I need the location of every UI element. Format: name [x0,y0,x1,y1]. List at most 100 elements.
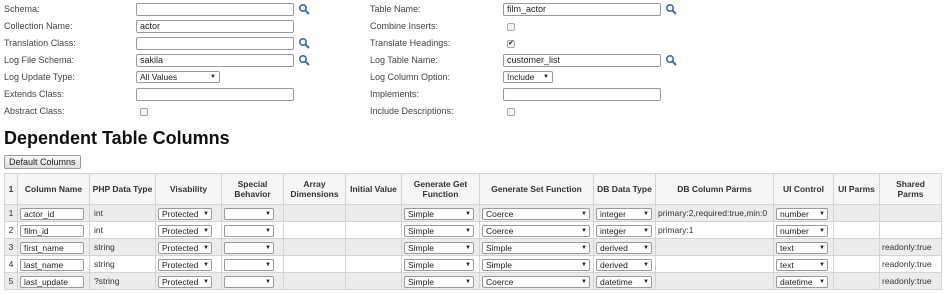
visability-select[interactable]: Protected ▼ [158,224,212,237]
db-type-select[interactable]: integer ▼ [596,207,652,220]
shared-parms-cell[interactable] [879,204,942,222]
caret-down-icon: ▼ [265,244,271,251]
initial-value-cell[interactable] [345,221,402,239]
initial-value-cell[interactable] [345,204,402,222]
shared-parms-cell[interactable]: readonly:true [879,272,942,290]
ui-control-select[interactable]: datetime ▼ [776,275,828,288]
log-table-name-label: Log Table Name: [370,55,438,65]
db-parms-cell[interactable]: primary:1 [655,221,774,239]
column-name-input[interactable]: last_name [20,258,84,271]
array-dimensions-cell[interactable] [283,221,346,239]
combine-inserts-checkbox[interactable] [507,23,515,31]
translation-class-lookup-icon[interactable] [298,37,310,49]
db-parms-cell[interactable] [655,272,774,290]
log-column-option-label: Log Column Option: [370,72,451,82]
initial-value-cell[interactable] [345,238,402,256]
generate-get-select[interactable]: Simple ▼ [404,258,474,271]
ui-parms-cell[interactable] [833,221,880,239]
generate-set-select[interactable]: Simple ▼ [482,258,590,271]
db-type-select[interactable]: integer ▼ [596,224,652,237]
generate-set-select-value: Simple [486,259,512,270]
ui-parms-cell[interactable] [833,255,880,273]
log-file-schema-input[interactable]: sakila [136,54,294,67]
ui-parms-cell[interactable] [833,204,880,222]
ui-control-cell: number ▼ [773,221,834,239]
column-name-input[interactable]: film_id [20,224,84,237]
php-type-cell: string [89,255,156,273]
schema-input[interactable] [136,3,294,16]
abstract-class-checkbox[interactable] [140,108,148,116]
caret-down-icon: ▼ [203,227,209,234]
special-behavior-select[interactable]: ▼ [224,224,274,237]
caret-down-icon: ▼ [265,278,271,285]
generate-get-select[interactable]: Simple ▼ [404,224,474,237]
generate-set-select[interactable]: Coerce ▼ [482,275,590,288]
table-row: 1 actor_id int Protected ▼ ▼ Simple ▼ Coerce ▼ int… [4,204,942,222]
translation-class-input[interactable] [136,37,294,50]
visability-select[interactable]: Protected ▼ [158,275,212,288]
schema-lookup-icon[interactable] [298,3,310,15]
special-behavior-select[interactable]: ▼ [224,241,274,254]
table-row: 2 film_id int Protected ▼ ▼ Simple ▼ Coerce ▼ inte… [4,221,942,239]
ui-parms-cell[interactable] [833,238,880,256]
extends-class-input[interactable] [136,88,294,101]
special-behavior-select[interactable]: ▼ [224,258,274,271]
column-name-input[interactable]: last_update [20,275,84,288]
generate-set-cell: Simple ▼ [479,238,594,256]
log-table-name-input[interactable]: customer_list [503,54,661,67]
visability-select-value: Protected [162,208,199,219]
generate-get-select[interactable]: Simple ▼ [404,275,474,288]
shared-parms-cell[interactable]: readonly:true [879,238,942,256]
default-columns-button[interactable]: Default Columns [4,155,81,169]
initial-value-cell[interactable] [345,255,402,273]
visability-select[interactable]: Protected ▼ [158,207,212,220]
ui-parms-cell[interactable] [833,272,880,290]
generate-set-select-value: Simple [486,242,512,253]
translate-headings-checkbox[interactable]: ✔ [507,40,515,48]
log-column-option-select[interactable]: Include ▼ [503,71,553,83]
shared-parms-cell[interactable]: readonly:true [879,255,942,273]
generate-set-cell: Coerce ▼ [479,221,594,239]
ui-control-select[interactable]: number ▼ [776,224,828,237]
log-table-name-lookup-icon[interactable] [665,54,677,66]
implements-input[interactable] [503,88,661,101]
visability-cell: Protected ▼ [155,238,222,256]
array-dimensions-cell[interactable] [283,238,346,256]
db-type-select[interactable]: derived ▼ [596,258,652,271]
special-behavior-select[interactable]: ▼ [224,207,274,220]
db-type-select[interactable]: datetime ▼ [596,275,652,288]
collection-name-input[interactable]: actor [136,20,294,33]
ui-control-select-value: datetime [780,276,813,287]
shared-parms-cell[interactable] [879,221,942,239]
generate-set-select[interactable]: Coerce ▼ [482,224,590,237]
array-dimensions-cell[interactable] [283,272,346,290]
log-file-schema-lookup-icon[interactable] [298,54,310,66]
column-name-input[interactable]: actor_id [20,207,84,220]
ui-control-select[interactable]: number ▼ [776,207,828,220]
column-name-input[interactable]: first_name [20,241,84,254]
visability-select[interactable]: Protected ▼ [158,241,212,254]
db-parms-cell[interactable] [655,255,774,273]
array-dimensions-cell[interactable] [283,204,346,222]
special-behavior-select[interactable]: ▼ [224,275,274,288]
log-update-type-select[interactable]: All Values ▼ [136,71,220,83]
ui-control-select[interactable]: text ▼ [776,241,828,254]
generate-get-select[interactable]: Simple ▼ [404,207,474,220]
generate-set-select[interactable]: Coerce ▼ [482,207,590,220]
db-parms-cell[interactable] [655,238,774,256]
db-type-select-value: integer [600,208,626,219]
db-type-select[interactable]: derived ▼ [596,241,652,254]
array-dimensions-cell[interactable] [283,255,346,273]
table-name-lookup-icon[interactable] [665,3,677,15]
table-name-input[interactable]: film_actor [503,3,661,16]
ui-control-select[interactable]: text ▼ [776,258,828,271]
visability-select[interactable]: Protected ▼ [158,258,212,271]
caret-down-icon: ▼ [819,227,825,234]
initial-value-cell[interactable] [345,272,402,290]
generate-set-select[interactable]: Simple ▼ [482,241,590,254]
visability-cell: Protected ▼ [155,204,222,222]
caret-down-icon: ▼ [581,227,587,234]
include-descriptions-checkbox[interactable] [507,108,515,116]
db-parms-cell[interactable]: primary:2,required:true,min:0 [655,204,774,222]
generate-get-select[interactable]: Simple ▼ [404,241,474,254]
